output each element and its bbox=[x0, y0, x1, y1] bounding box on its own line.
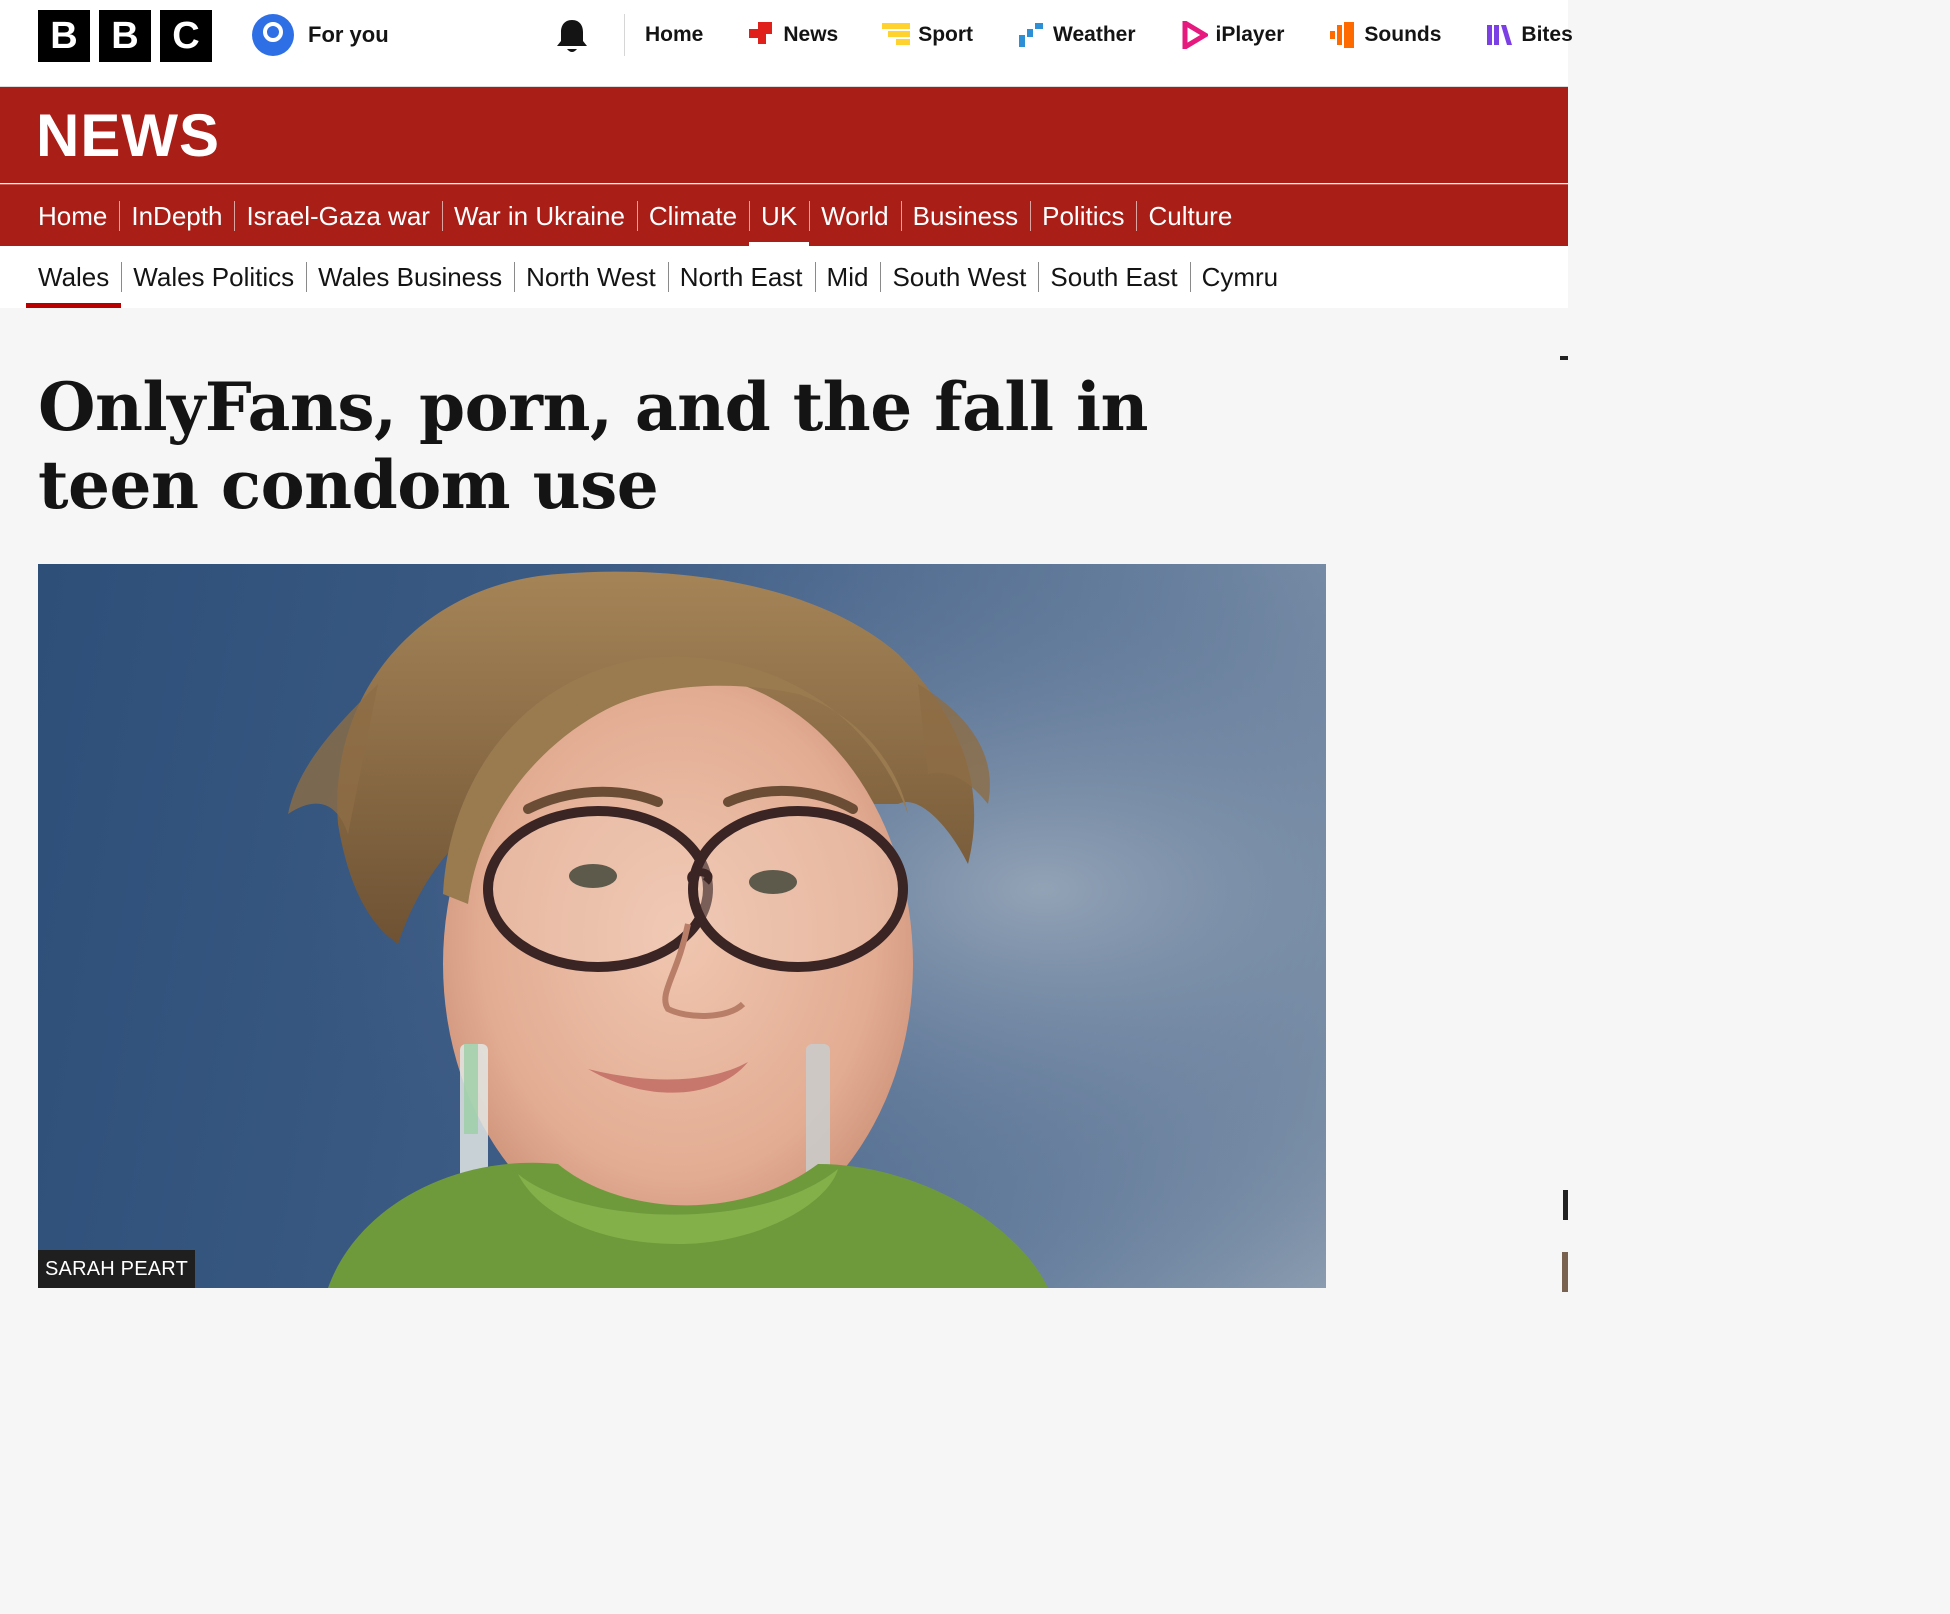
for-you-label: For you bbox=[308, 22, 389, 47]
image-credit: SARAH PEART bbox=[38, 1250, 195, 1288]
article-headline: OnlyFans, porn, and the fall in teen con… bbox=[38, 368, 1149, 524]
global-nav-label: Weather bbox=[1053, 23, 1136, 46]
portrait-illustration bbox=[38, 564, 1326, 1288]
global-nav-label: iPlayer bbox=[1215, 23, 1285, 46]
account-icon bbox=[252, 14, 294, 56]
global-nav-label: Home bbox=[645, 23, 704, 46]
nav-politics[interactable]: Politics bbox=[1030, 185, 1136, 247]
regional-subnav: Wales Wales Politics Wales Business Nort… bbox=[0, 246, 1568, 308]
global-nav-label: Sounds bbox=[1364, 23, 1442, 46]
global-nav-home[interactable]: Home bbox=[645, 23, 703, 47]
nav-climate[interactable]: Climate bbox=[636, 185, 749, 247]
news-section-nav: Home InDepth Israel-Gaza war War in Ukra… bbox=[0, 184, 1568, 247]
global-nav-weather[interactable]: Weather bbox=[1017, 21, 1136, 49]
subnav-north-west[interactable]: North West bbox=[514, 246, 668, 308]
bites-icon bbox=[1487, 25, 1513, 45]
global-nav-label: Bites bbox=[1521, 23, 1573, 46]
subnav-wales[interactable]: Wales bbox=[26, 246, 122, 308]
sounds-icon bbox=[1330, 22, 1355, 48]
nav-business[interactable]: Business bbox=[900, 185, 1031, 247]
nav-home[interactable]: Home bbox=[26, 185, 119, 247]
right-column-fragment bbox=[1560, 356, 1568, 360]
subnav-mid[interactable]: Mid bbox=[814, 246, 881, 308]
notifications-button[interactable] bbox=[552, 16, 592, 61]
subnav-wales-business[interactable]: Wales Business bbox=[306, 246, 514, 308]
bbc-logo-letter: C bbox=[160, 10, 212, 62]
global-nav-label: Sport bbox=[918, 23, 974, 46]
nav-culture[interactable]: Culture bbox=[1136, 185, 1244, 247]
bbc-logo-letter: B bbox=[38, 10, 90, 62]
bell-icon bbox=[557, 20, 587, 52]
subnav-wales-politics[interactable]: Wales Politics bbox=[121, 246, 306, 308]
iplayer-icon bbox=[1182, 21, 1208, 49]
global-nav-sounds[interactable]: Sounds bbox=[1328, 21, 1441, 49]
subnav-cymru[interactable]: Cymru bbox=[1189, 246, 1291, 308]
global-nav-news[interactable]: News bbox=[747, 21, 838, 49]
news-banner: NEWS bbox=[0, 87, 1568, 183]
nav-indepth[interactable]: InDepth bbox=[119, 185, 234, 247]
subnav-south-west[interactable]: South West bbox=[880, 246, 1038, 308]
global-nav-bites[interactable]: Bites bbox=[1485, 21, 1573, 49]
global-nav-label: News bbox=[783, 23, 839, 46]
right-column-fragment bbox=[1563, 1190, 1568, 1220]
article-hero-image: SARAH PEART bbox=[38, 564, 1326, 1288]
nav-israel-gaza-war[interactable]: Israel-Gaza war bbox=[234, 185, 442, 247]
nav-uk[interactable]: UK bbox=[749, 185, 810, 247]
bbc-logo-letter: B bbox=[99, 10, 151, 62]
right-column-thumbnail[interactable] bbox=[1562, 1252, 1568, 1292]
for-you-button[interactable]: For you bbox=[252, 14, 389, 56]
weather-icon bbox=[1019, 23, 1044, 47]
nav-war-in-ukraine[interactable]: War in Ukraine bbox=[441, 185, 637, 247]
global-nav-sport[interactable]: Sport bbox=[882, 21, 973, 49]
subnav-south-east[interactable]: South East bbox=[1038, 246, 1189, 308]
subnav-north-east[interactable]: North East bbox=[667, 246, 815, 308]
global-header: B B C For you Home News Sport Weather iP… bbox=[0, 0, 1573, 87]
global-nav: Home News Sport Weather iPlayer Sounds B… bbox=[645, 0, 1617, 70]
news-icon bbox=[749, 22, 773, 44]
bbc-logo[interactable]: B B C bbox=[38, 10, 212, 62]
sport-icon bbox=[882, 23, 911, 45]
news-logo[interactable]: NEWS bbox=[36, 101, 220, 170]
header-divider bbox=[624, 14, 625, 56]
global-nav-iplayer[interactable]: iPlayer bbox=[1180, 21, 1285, 49]
nav-world[interactable]: World bbox=[809, 185, 900, 247]
